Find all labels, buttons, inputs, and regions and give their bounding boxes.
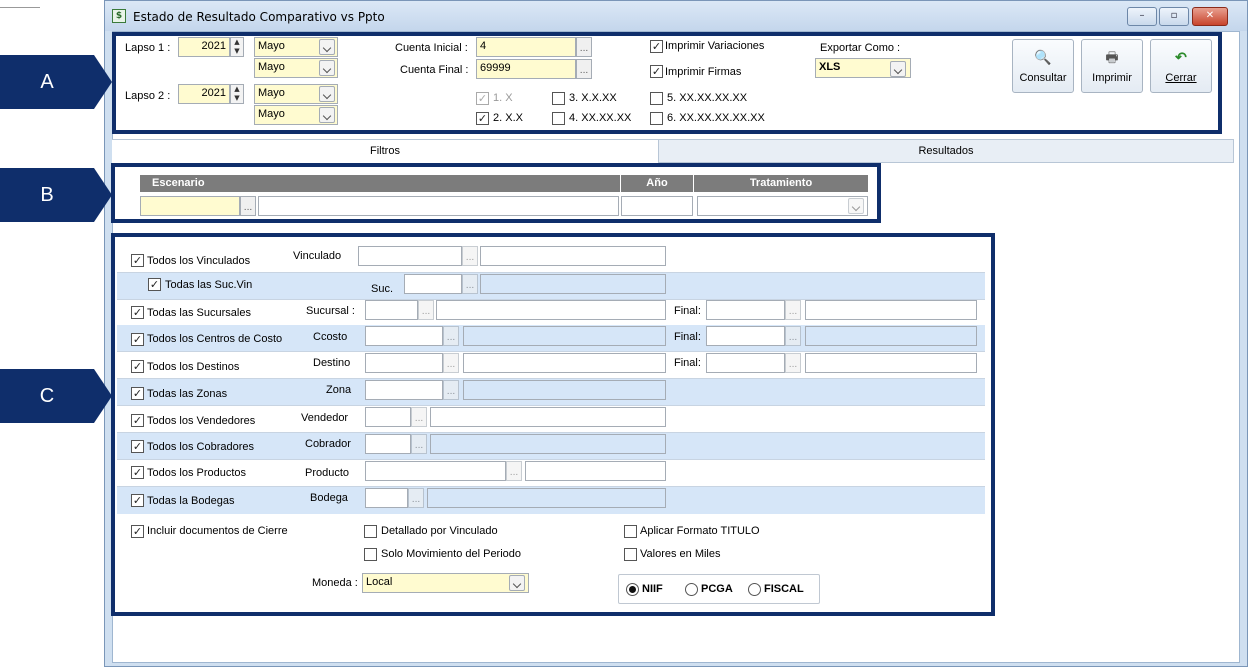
section-a-frame (112, 32, 1222, 134)
minimize-button[interactable]: – (1127, 7, 1157, 26)
section-b-frame (111, 163, 881, 223)
app-icon: $ (112, 9, 126, 23)
tab-filtros[interactable]: Filtros (112, 139, 658, 163)
corner-tab (0, 0, 40, 8)
tab-resultados[interactable]: Resultados (658, 139, 1234, 163)
callout-a: A (0, 55, 112, 109)
window-title: Estado de Resultado Comparativo vs Ppto (133, 10, 385, 24)
title-bar: $ Estado de Resultado Comparativo vs Ppt… (105, 1, 1247, 31)
callout-b: B (0, 168, 112, 222)
section-c-frame (111, 233, 995, 616)
close-window-button[interactable]: ✕ (1192, 7, 1228, 26)
maximize-button[interactable]: ▫ (1159, 7, 1189, 26)
callout-c: C (0, 369, 112, 423)
